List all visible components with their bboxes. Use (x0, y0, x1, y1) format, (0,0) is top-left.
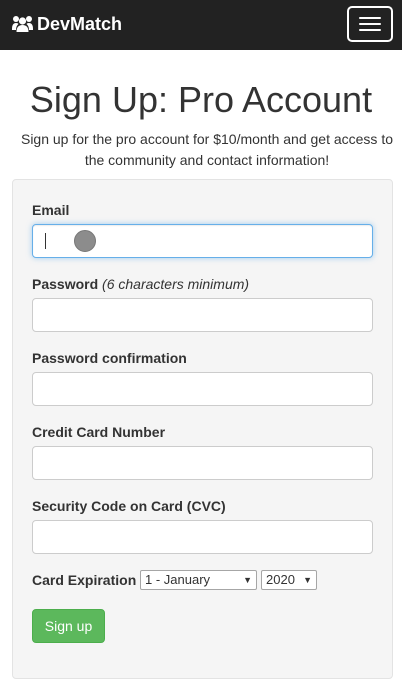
navbar: DevMatch (0, 0, 402, 50)
email-field[interactable] (32, 224, 373, 258)
brand-name: DevMatch (37, 13, 123, 34)
card-number-field[interactable] (32, 446, 373, 480)
cvc-label: Security Code on Card (CVC) (32, 498, 226, 514)
subtitle-line-2: the community and contact information! (84, 152, 330, 168)
password-label: Password (6 characters minimum) (32, 275, 249, 293)
sign-up-button[interactable]: Sign up (32, 609, 105, 643)
password-confirmation-field[interactable] (32, 372, 373, 406)
password-confirmation-label: Password confirmation (32, 350, 187, 366)
users-icon (12, 15, 33, 33)
hamburger-icon-bar (359, 23, 381, 25)
text-caret (45, 233, 46, 249)
hamburger-icon-bar (359, 29, 381, 31)
navbar-toggle-button[interactable] (347, 6, 393, 42)
pointer-cursor-icon (74, 230, 96, 252)
expiration-month-select[interactable]: 1 - January ▼ (140, 570, 257, 590)
subtitle-line-1: Sign up for the pro account for $10/mont… (20, 131, 393, 147)
card-number-label: Credit Card Number (32, 424, 166, 440)
expiration-year-select[interactable]: 2020 ▼ (261, 570, 317, 590)
expiration-month-value: 1 - January (145, 572, 211, 587)
email-label: Email (32, 202, 70, 218)
chevron-down-icon: ▼ (243, 575, 252, 585)
password-hint: (6 characters minimum) (102, 276, 250, 292)
password-field[interactable] (32, 298, 373, 332)
page-title: Sign Up: Pro Account (29, 79, 373, 120)
chevron-down-icon: ▼ (303, 575, 312, 585)
cvc-field[interactable] (32, 520, 373, 554)
page-subtitle: Sign up for the pro account for $10/mont… (12, 129, 402, 171)
password-label-text: Password (32, 276, 99, 292)
expiration-label: Card Expiration (32, 572, 137, 588)
hamburger-icon (359, 17, 381, 19)
expiration-year-value: 2020 (266, 572, 295, 587)
brand-link[interactable]: DevMatch (12, 12, 122, 36)
